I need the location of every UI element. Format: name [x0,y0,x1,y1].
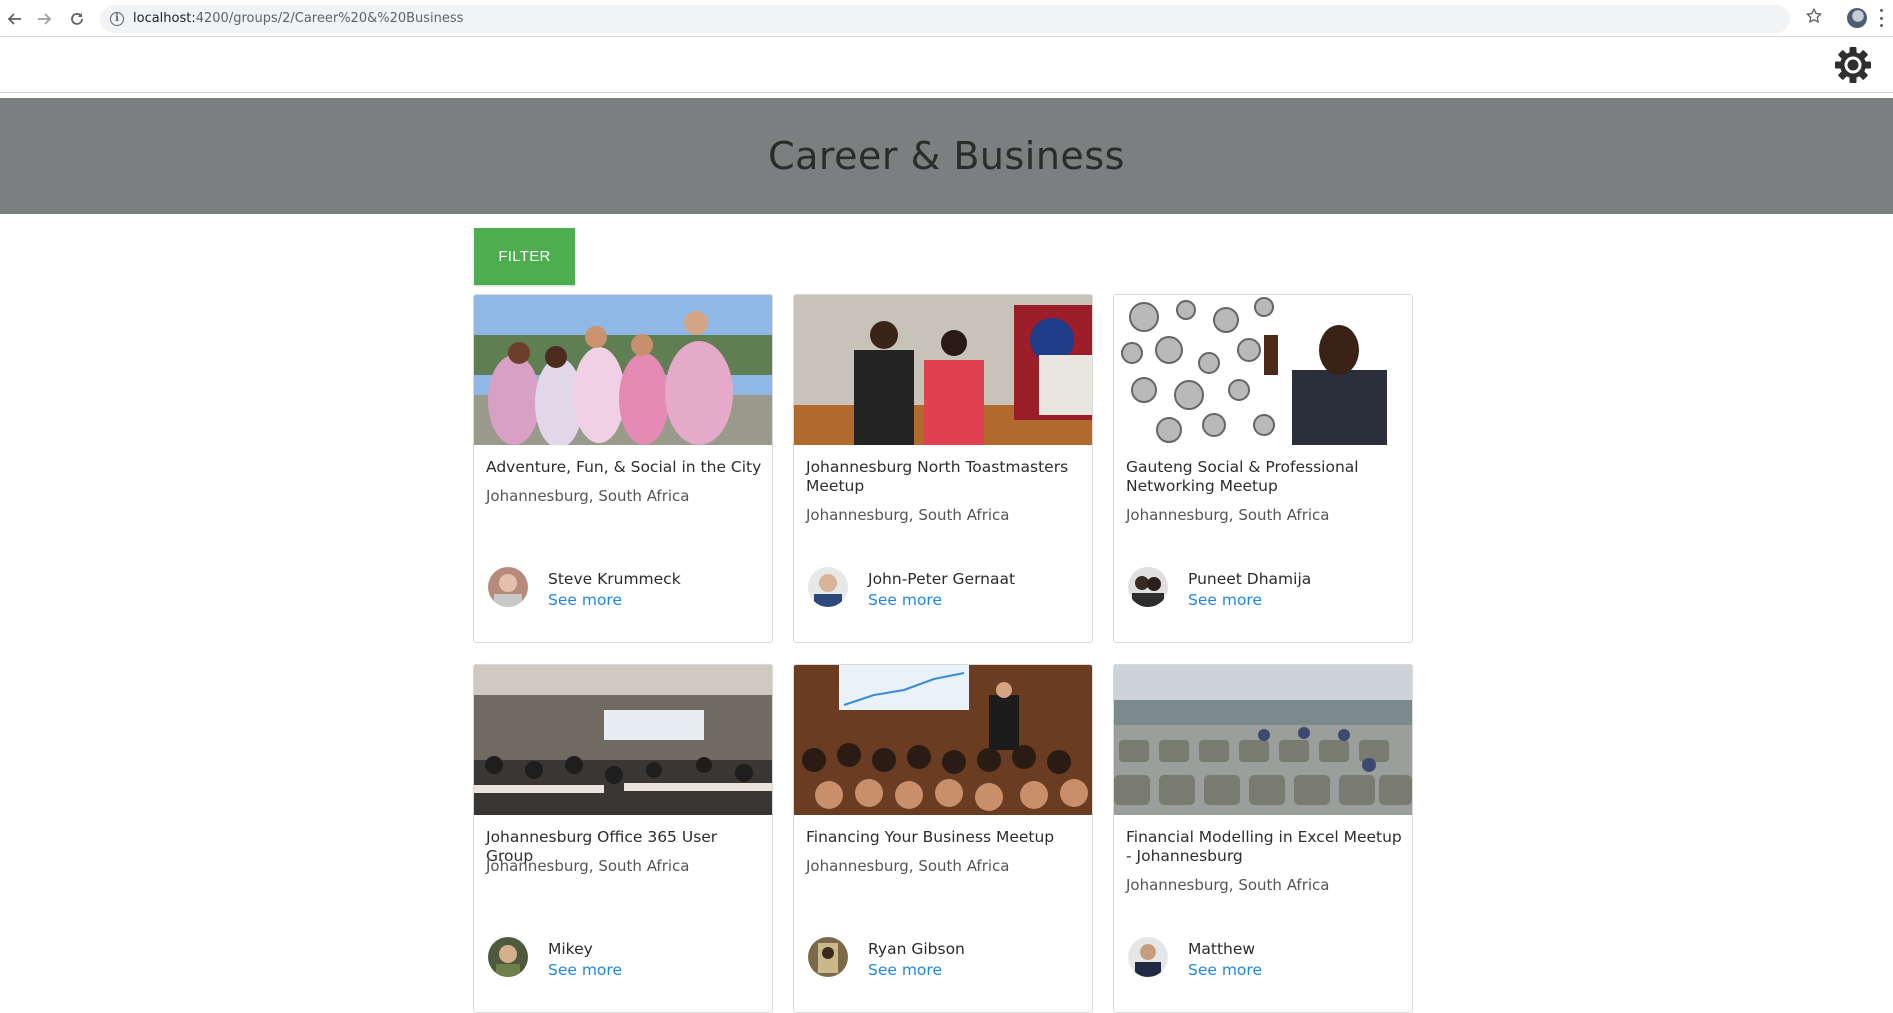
organizer: Puneet Dhamija See more [1128,567,1404,611]
organizer-avatar [1128,567,1168,607]
group-card[interactable]: Johannesburg North Toastmasters Meetup J… [793,294,1093,643]
organizer-name: Mikey [548,940,593,958]
organizer-avatar [488,567,528,607]
group-location: Johannesburg, South Africa [806,857,1010,875]
group-photo [474,295,772,445]
organizer-name: Matthew [1188,940,1256,958]
category-banner: Career & Business [0,98,1893,214]
see-more-link[interactable]: See more [548,591,622,609]
organizer-name: Steve Krummeck [548,570,681,588]
group-location: Johannesburg, South Africa [1126,506,1330,524]
organizer-avatar [808,567,848,607]
group-card[interactable]: Adventure, Fun, & Social in the City Joh… [473,294,773,643]
reload-icon[interactable] [66,8,88,30]
organizer: John-Peter Gernaat See more [808,567,1084,611]
group-photo [1114,665,1412,815]
settings-gear-icon[interactable] [1833,45,1873,85]
page-title: Career & Business [768,134,1125,178]
see-more-link[interactable]: See more [1188,961,1262,979]
address-bar[interactable]: i localhost:4200/groups/2/Career%20&%20B… [100,5,1790,33]
group-location: Johannesburg, South Africa [486,487,690,505]
browser-toolbar: i localhost:4200/groups/2/Career%20&%20B… [0,0,1893,37]
filter-button[interactable]: FILTER [474,228,575,285]
group-title[interactable]: Financing Your Business Meetup [806,828,1082,847]
group-card[interactable]: Gauteng Social & Professional Networking… [1113,294,1413,643]
organizer-avatar [488,937,528,977]
organizer-name: Puneet Dhamija [1188,570,1312,588]
see-more-link[interactable]: See more [1188,591,1262,609]
group-title[interactable]: Financial Modelling in Excel Meetup - Jo… [1126,828,1402,866]
group-location: Johannesburg, South Africa [1126,876,1330,894]
group-location: Johannesburg, South Africa [806,506,1010,524]
organizer-name: Ryan Gibson [868,940,965,958]
group-title[interactable]: Johannesburg North Toastmasters Meetup [806,458,1082,496]
see-more-link[interactable]: See more [868,961,942,979]
organizer-avatar [808,937,848,977]
url-host: localhost: [133,11,196,26]
group-title[interactable]: Gauteng Social & Professional Networking… [1126,458,1402,496]
organizer: Ryan Gibson See more [808,937,1084,981]
forward-arrow-icon[interactable] [33,8,55,30]
url-path: 4200/groups/2/Career%20&%20Business [195,11,464,26]
app-header [0,37,1893,93]
group-title[interactable]: Adventure, Fun, & Social in the City [486,458,762,477]
group-photo [794,295,1092,445]
group-card[interactable]: Johannesburg Office 365 User Group Johan… [473,664,773,1013]
group-location: Johannesburg, South Africa [486,857,690,875]
organizer-avatar [1128,937,1168,977]
see-more-link[interactable]: See more [548,961,622,979]
browser-menu-icon[interactable] [1880,9,1884,27]
organizer: Mikey See more [488,937,764,981]
group-photo [474,665,772,815]
info-icon[interactable]: i [110,12,124,26]
url-text[interactable]: localhost:4200/groups/2/Career%20&%20Bus… [133,11,463,26]
organizer: Steve Krummeck See more [488,567,764,611]
group-card[interactable]: Financial Modelling in Excel Meetup - Jo… [1113,664,1413,1013]
profile-avatar-icon[interactable] [1847,8,1867,28]
group-card[interactable]: Financing Your Business Meetup Johannesb… [793,664,1093,1013]
group-photo [1114,295,1412,445]
group-photo [794,665,1092,815]
organizer: Matthew See more [1128,937,1404,981]
back-arrow-icon[interactable] [4,8,26,30]
bookmark-star-icon[interactable] [1805,7,1823,29]
organizer-name: John-Peter Gernaat [868,570,1016,588]
see-more-link[interactable]: See more [868,591,942,609]
